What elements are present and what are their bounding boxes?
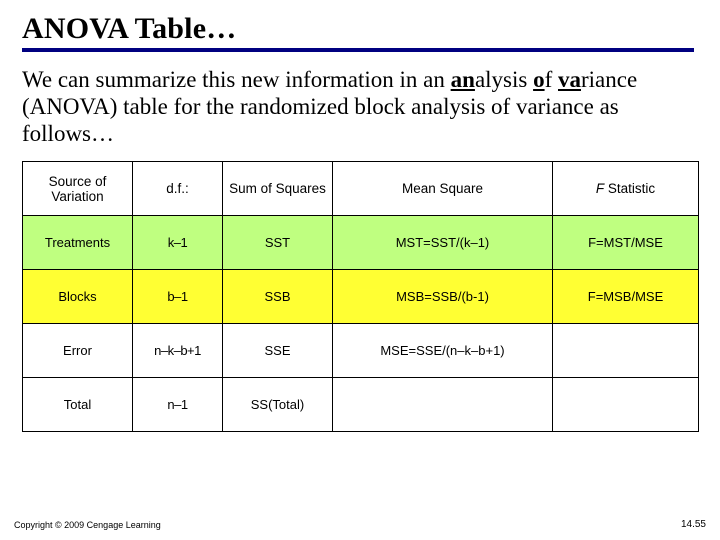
table-row: Total n–1 SS(Total) (23, 378, 699, 432)
cell-source: Blocks (23, 270, 133, 324)
cell-df: n–k–b+1 (133, 324, 223, 378)
cell-f (553, 324, 699, 378)
th-source: Source of Variation (23, 162, 133, 216)
cell-ss: SSB (223, 270, 333, 324)
cell-ss: SS(Total) (223, 378, 333, 432)
table-row: Treatments k–1 SST MST=SST/(k–1) F=MST/M… (23, 216, 699, 270)
f-suffix: Statistic (604, 181, 655, 196)
cell-f (553, 378, 699, 432)
copyright-footer: Copyright © 2009 Cengage Learning (14, 520, 161, 530)
cell-ss: SSE (223, 324, 333, 378)
table-row: Error n–k–b+1 SSE MSE=SSE/(n–k–b+1) (23, 324, 699, 378)
cell-ms: MST=SST/(k–1) (333, 216, 553, 270)
cell-df: n–1 (133, 378, 223, 432)
table-row: Blocks b–1 SSB MSB=SSB/(b-1) F=MSB/MSE (23, 270, 699, 324)
cell-ms: MSE=SSE/(n–k–b+1) (333, 324, 553, 378)
slide: ANOVA Table… We can summarize this new i… (0, 0, 720, 540)
th-ms: Mean Square (333, 162, 553, 216)
slide-title: ANOVA Table… (22, 12, 698, 46)
title-underline (22, 48, 694, 52)
th-ss: Sum of Squares (223, 162, 333, 216)
cell-ss: SST (223, 216, 333, 270)
anova-table: Source of Variation d.f.: Sum of Squares… (22, 161, 699, 432)
table-header-row: Source of Variation d.f.: Sum of Squares… (23, 162, 699, 216)
cell-source: Treatments (23, 216, 133, 270)
cell-df: b–1 (133, 270, 223, 324)
cell-source: Error (23, 324, 133, 378)
th-f: F Statistic (553, 162, 699, 216)
cell-f: F=MST/MSE (553, 216, 699, 270)
cell-ms (333, 378, 553, 432)
cell-df: k–1 (133, 216, 223, 270)
intro-paragraph: We can summarize this new information in… (22, 66, 698, 147)
page-number: 14.55 (681, 519, 706, 530)
cell-source: Total (23, 378, 133, 432)
f-italic: F (596, 181, 604, 196)
th-df: d.f.: (133, 162, 223, 216)
cell-ms: MSB=SSB/(b-1) (333, 270, 553, 324)
cell-f: F=MSB/MSE (553, 270, 699, 324)
